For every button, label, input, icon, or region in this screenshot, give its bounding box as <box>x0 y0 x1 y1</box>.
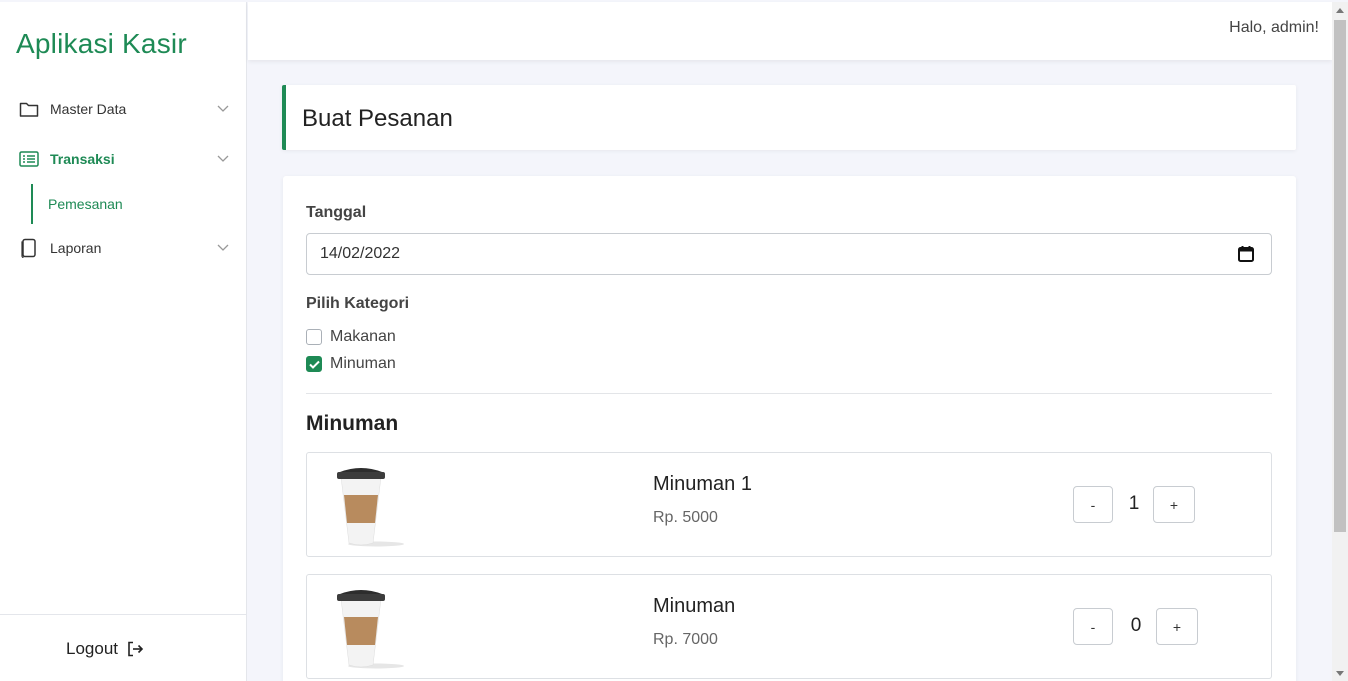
date-input[interactable]: 14/02/2022 <box>306 233 1272 275</box>
calendar-icon[interactable] <box>1237 245 1255 263</box>
product-name: Minuman <box>653 595 736 617</box>
chevron-down-icon <box>217 105 229 112</box>
scroll-down-arrow[interactable] <box>1336 671 1344 676</box>
list-icon <box>18 148 40 170</box>
topbar: Halo, admin! <box>248 2 1332 60</box>
chevron-down-icon <box>217 244 229 251</box>
product-name: Minuman 1 <box>653 473 752 495</box>
check-icon <box>308 360 320 369</box>
page-title-card: Buat Pesanan <box>282 85 1296 150</box>
section-title: Minuman <box>306 412 399 435</box>
divider <box>306 393 1272 394</box>
scroll-up-arrow[interactable] <box>1336 8 1344 13</box>
sidebar-item-label: Transaksi <box>50 151 115 167</box>
sidebar-item-laporan[interactable]: Laporan <box>18 234 232 262</box>
coffee-cup-image <box>337 468 404 547</box>
category-checkbox-makanan[interactable]: Makanan <box>306 328 396 346</box>
page-scrollbar[interactable] <box>1332 2 1348 681</box>
chevron-down-icon <box>217 155 229 162</box>
user-greeting: Halo, admin! <box>1229 19 1319 36</box>
increase-qty-button[interactable]: + <box>1153 486 1195 523</box>
decrease-qty-button[interactable]: - <box>1073 486 1113 523</box>
checkbox-label: Makanan <box>330 328 396 345</box>
sidebar-item-label: Laporan <box>50 240 102 256</box>
product-card: Minuman Rp. 7000 - 0 + <box>306 574 1272 679</box>
sidebar-subitem-label: Pemesanan <box>48 196 123 212</box>
coffee-cup-image <box>337 590 404 669</box>
product-price: Rp. 5000 <box>653 509 718 526</box>
sidebar-item-master-data[interactable]: Master Data <box>18 95 232 123</box>
quantity-value: 0 <box>1130 615 1142 636</box>
order-form: Tanggal 14/02/2022 Pilih Kategori Makana… <box>283 176 1296 681</box>
date-label: Tanggal <box>306 204 367 221</box>
checkbox[interactable] <box>306 329 322 345</box>
sidebar-item-label: Master Data <box>50 101 127 117</box>
scroll-thumb[interactable] <box>1334 20 1346 532</box>
category-label: Pilih Kategori <box>306 295 410 312</box>
sidebar-subitem-pemesanan[interactable]: Pemesanan <box>31 184 231 224</box>
page-title: Buat Pesanan <box>302 105 453 132</box>
sidebar-item-transaksi[interactable]: Transaksi <box>18 145 232 173</box>
checkbox-checked[interactable] <box>306 356 322 372</box>
quantity-value: 1 <box>1128 493 1140 514</box>
folder-icon <box>18 98 40 120</box>
logout-button[interactable]: Logout <box>66 639 144 659</box>
logout-icon <box>128 641 144 657</box>
decrease-qty-button[interactable]: - <box>1073 608 1113 645</box>
logout-label: Logout <box>66 639 118 658</box>
document-icon <box>18 237 40 259</box>
sidebar-footer: Logout <box>0 614 246 681</box>
app-brand: Aplikasi Kasir <box>16 28 187 59</box>
checkbox-label: Minuman <box>330 355 396 372</box>
category-checkbox-minuman[interactable]: Minuman <box>306 355 396 373</box>
date-value: 14/02/2022 <box>320 245 401 262</box>
sidebar: Aplikasi Kasir Master Data Transaksi Pem… <box>0 2 247 681</box>
product-price: Rp. 7000 <box>653 631 718 648</box>
increase-qty-button[interactable]: + <box>1156 608 1198 645</box>
product-card: Minuman 1 Rp. 5000 - 1 + <box>306 452 1272 557</box>
